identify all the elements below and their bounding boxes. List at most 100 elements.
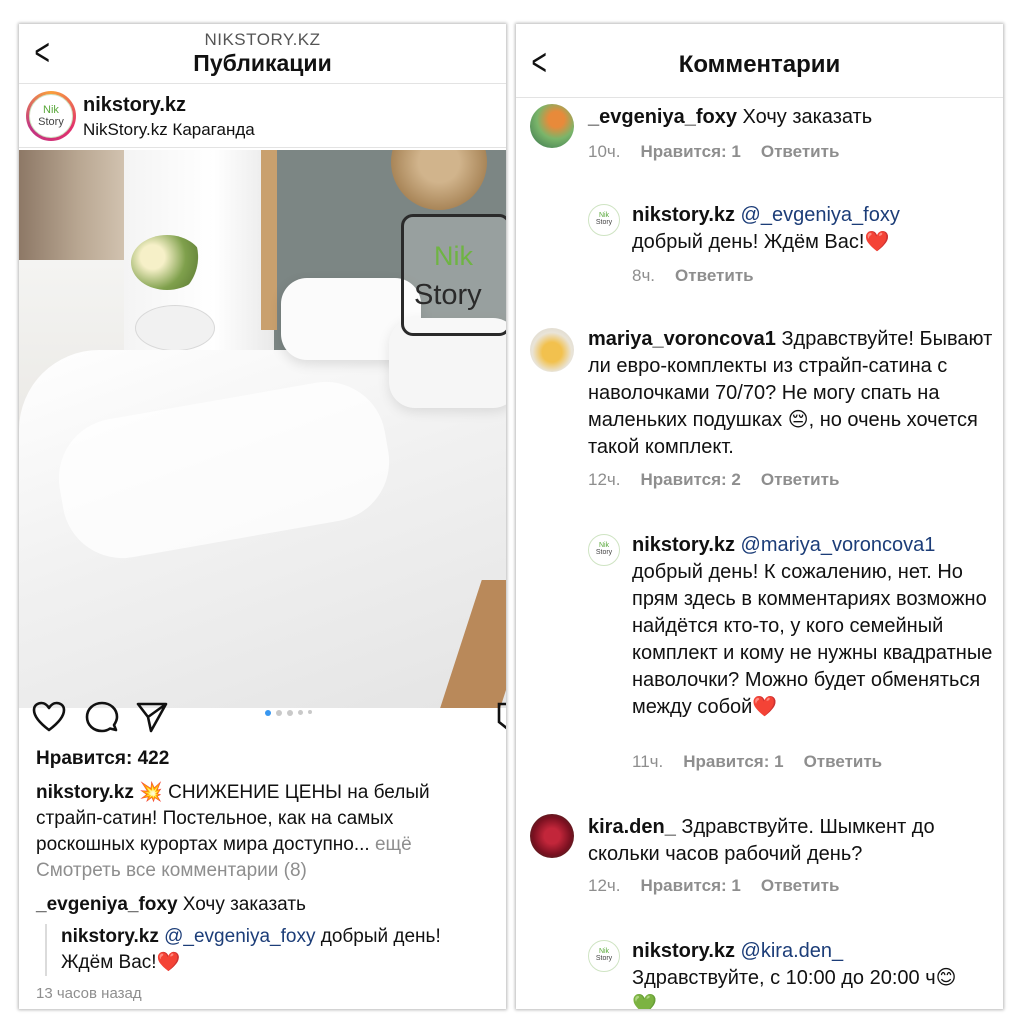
comments-title: Комментарии — [678, 51, 841, 78]
reply-likes[interactable]: Нравится: 1 — [683, 752, 783, 771]
caption-username[interactable]: nikstory.kz — [36, 782, 134, 803]
comment-icon[interactable] — [85, 700, 119, 734]
caption-emoji: 💥 — [139, 782, 163, 803]
watermark-text: Story — [414, 279, 482, 311]
comment-time: 12ч. — [588, 470, 621, 489]
comment-username[interactable]: _evgeniya_foxy — [588, 106, 737, 128]
comments-header: < Комментарии — [516, 24, 1003, 98]
reply-time: 11ч. — [632, 752, 664, 771]
photo-nightstand — [135, 305, 215, 351]
reply-username[interactable]: nikstory.kz — [61, 926, 159, 947]
avatar[interactable] — [530, 104, 574, 148]
comment: _evgeniya_foxy Хочу заказать — [588, 104, 998, 131]
carousel-dot-active — [265, 710, 271, 716]
reply-emoji: 😊 — [935, 967, 957, 989]
heart-icon[interactable] — [31, 700, 67, 734]
reply-mention[interactable]: @_evgeniya_foxy — [735, 204, 900, 226]
comment-time: 12ч. — [588, 876, 621, 895]
carousel-dot — [298, 710, 303, 715]
reply-mention[interactable]: @mariya_voroncova1 — [735, 534, 936, 556]
post-caption: nikstory.kz 💥 СНИЖЕНИЕ ЦЕНЫ на белый стр… — [36, 780, 491, 858]
avatar-logo-text: Story — [595, 955, 613, 962]
reply-meta: 8ч. Ответить — [632, 266, 774, 286]
post-photo[interactable]: Nik Story — [19, 150, 506, 708]
comment-reply-button[interactable]: Ответить — [761, 142, 840, 161]
comment-meta: 10ч. Нравится: 1 Ответить — [588, 142, 859, 162]
account-row: Nik Story nikstory.kz NikStory.kz Карага… — [19, 86, 506, 148]
comment-meta: 12ч. Нравится: 2 Ответить — [588, 470, 859, 490]
reply: nikstory.kz @mariya_voroncova1 добрый де… — [632, 532, 1002, 721]
header-title: Публикации — [193, 50, 332, 76]
comment-emoji: 😔 — [787, 409, 809, 431]
avatar-logo-text: Nik — [598, 542, 610, 549]
comment-likes[interactable]: Нравится: 1 — [641, 876, 741, 895]
reply-mention[interactable]: @_evgeniya_foxy — [159, 926, 315, 947]
comment-reply-button[interactable]: Ответить — [761, 470, 840, 489]
reply-reply-button[interactable]: Ответить — [804, 752, 883, 771]
reply-username[interactable]: nikstory.kz — [632, 940, 735, 962]
avatar-logo-text: Story — [595, 549, 613, 556]
reply: nikstory.kz @_evgeniya_foxy добрый день!… — [632, 202, 1002, 256]
comments-panel: < Комментарии _evgeniya_foxy Хочу заказа… — [516, 24, 1003, 1009]
reply-text: добрый день! К сожалению, нет. Но прям з… — [632, 561, 993, 718]
avatar[interactable]: Nik Story — [26, 91, 76, 141]
post-timestamp: 13 часов назад — [36, 985, 142, 1002]
preview-comment: _evgeniya_foxy Хочу заказать — [36, 894, 306, 916]
avatar-logo-text: Nik — [598, 948, 610, 955]
comment-text: Хочу заказать — [177, 894, 306, 915]
avatar-logo-text: Story — [595, 219, 613, 226]
watermark-text: Nik — [434, 241, 473, 271]
reply-username[interactable]: nikstory.kz — [632, 534, 735, 556]
comment: mariya_voroncova1 Здравствуйте! Бывают л… — [588, 326, 998, 461]
comment-username[interactable]: kira.den_ — [588, 816, 676, 838]
comment-likes[interactable]: Нравится: 1 — [641, 142, 741, 161]
avatar[interactable] — [530, 328, 574, 372]
post-header: < NIKSTORY.KZ Публикации — [19, 24, 506, 84]
avatar-logo-text: Nik — [598, 212, 610, 219]
reply-emoji: ❤️ — [156, 952, 181, 973]
reply-username[interactable]: nikstory.kz — [632, 204, 735, 226]
preview-reply: nikstory.kz @_evgeniya_foxy добрый день!… — [45, 924, 491, 976]
likes-count[interactable]: Нравится: 422 — [36, 748, 169, 770]
avatar-logo: Nik Story — [29, 94, 73, 138]
view-all-comments-link[interactable]: Смотреть все комментарии (8) — [36, 860, 307, 882]
avatar[interactable]: Nik Story — [588, 204, 620, 236]
avatar[interactable] — [530, 814, 574, 858]
reply-mention[interactable]: @kira.den_ — [735, 940, 844, 962]
carousel-dot — [276, 710, 282, 716]
reply-emoji: 💚 — [632, 994, 657, 1009]
comment-meta: 12ч. Нравится: 1 Ответить — [588, 876, 859, 896]
avatar[interactable]: Nik Story — [588, 534, 620, 566]
reply-time: 8ч. — [632, 266, 656, 285]
carousel-dots — [265, 710, 325, 718]
comment-likes[interactable]: Нравится: 2 — [641, 470, 741, 489]
reply-emoji: ❤️ — [864, 231, 890, 253]
avatar-logo-text: Story — [38, 116, 64, 128]
avatar[interactable]: Nik Story — [588, 940, 620, 972]
caption-more-link[interactable]: ещё — [370, 834, 412, 855]
watermark-logo: Nik Story — [401, 214, 506, 336]
comment: kira.den_ Здравствуйте. Шымкент до сколь… — [588, 814, 998, 868]
reply: nikstory.kz @kira.den_ Здравствуйте, с 10… — [632, 938, 1002, 1009]
carousel-dot — [287, 710, 293, 716]
reply-meta: 11ч. Нравится: 1 Ответить — [632, 752, 902, 772]
header-subtitle: NIKSTORY.KZ — [204, 30, 321, 49]
comment-time: 10ч. — [588, 142, 621, 161]
post-panel: < NIKSTORY.KZ Публикации Nik Story nikst… — [19, 24, 506, 1009]
comment-username[interactable]: mariya_voroncova1 — [588, 328, 776, 350]
comment-reply-button[interactable]: Ответить — [761, 876, 840, 895]
reply-emoji: ❤️ — [752, 696, 778, 718]
carousel-dot — [308, 710, 312, 714]
bookmark-icon[interactable] — [497, 700, 506, 734]
share-icon[interactable] — [135, 700, 169, 734]
reply-reply-button[interactable]: Ответить — [675, 266, 754, 285]
comment-username[interactable]: _evgeniya_foxy — [36, 894, 178, 915]
comment-text: Хочу заказать — [736, 106, 873, 128]
photo-bed-post — [261, 150, 277, 330]
account-location[interactable]: NikStory.kz Караганда — [83, 120, 255, 140]
reply-text: добрый день! Ждём Вас! — [632, 231, 865, 253]
account-username[interactable]: nikstory.kz — [83, 94, 186, 117]
photo-flowers — [131, 235, 203, 290]
reply-text: Здравствуйте, с 10:00 до 20:00 ч — [632, 967, 936, 989]
avatar-logo-text: Nik — [43, 104, 59, 116]
